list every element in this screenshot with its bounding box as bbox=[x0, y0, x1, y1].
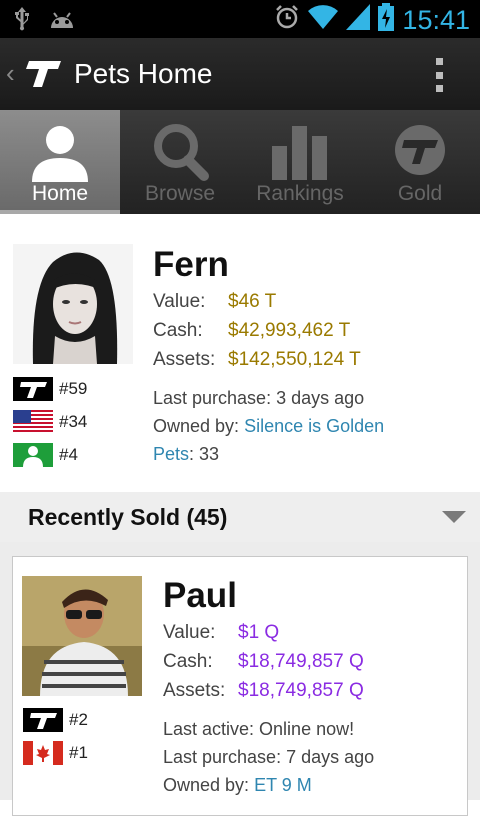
canada-flag-icon bbox=[23, 740, 63, 765]
t-logo-icon[interactable] bbox=[26, 58, 62, 95]
us-flag-icon bbox=[13, 409, 53, 434]
rank-value: #4 bbox=[59, 444, 78, 464]
owner-link[interactable]: ET 9 M bbox=[254, 775, 312, 795]
assets-amount: $18,749,857 Q bbox=[238, 680, 364, 701]
cash-amount: $18,749,857 Q bbox=[238, 651, 364, 672]
battery-charging-icon bbox=[378, 3, 395, 36]
back-chevron-icon[interactable]: ‹ bbox=[6, 60, 15, 86]
rank-country[interactable]: #1 bbox=[23, 736, 88, 769]
person-icon bbox=[32, 126, 88, 182]
cash-row: Cash: $42,993,462 T bbox=[153, 319, 350, 343]
tab-home-label: Home bbox=[31, 182, 89, 205]
rank-value: #1 bbox=[69, 742, 88, 762]
rank-gender[interactable]: #4 bbox=[13, 438, 87, 471]
value-amount: $1 Q bbox=[238, 622, 280, 643]
value-row: Value: $46 T bbox=[153, 290, 276, 314]
wifi-icon bbox=[308, 5, 339, 34]
bar-chart-icon bbox=[272, 126, 327, 180]
owned-by-row: Owned by: Silence is Golden bbox=[153, 414, 384, 438]
tab-rankings-label: Rankings bbox=[256, 182, 344, 205]
pet-ranks: #2 #1 bbox=[23, 703, 88, 769]
action-bar: ‹ Pets Home bbox=[0, 38, 480, 112]
value-row: Value: $1 Q bbox=[163, 621, 279, 645]
owned-by-row: Owned by: ET 9 M bbox=[163, 773, 312, 797]
last-active: Last active: Online now! bbox=[163, 719, 355, 739]
rank-value: #2 bbox=[69, 709, 88, 729]
avatar[interactable] bbox=[13, 244, 133, 364]
assets-row: Assets: $142,550,124 T bbox=[153, 348, 361, 372]
assets-label: Assets: bbox=[163, 680, 226, 701]
list-item[interactable]: #2 #1 Paul Value: $1 Q Cash: $18,749,857 Q… bbox=[12, 556, 468, 816]
profile-panel: #59 #34 #4 Fern Value: $46 T Cash: $42,993… bbox=[0, 214, 480, 492]
usb-icon bbox=[14, 7, 30, 36]
value-label: Value: bbox=[153, 291, 206, 312]
rank-country[interactable]: #34 bbox=[13, 405, 87, 438]
recently-sold-list: #2 #1 Paul Value: $1 Q Cash: $18,749,857 Q… bbox=[0, 542, 480, 816]
tab-gold[interactable]: Gold bbox=[360, 110, 480, 214]
pet-name: Paul bbox=[163, 576, 237, 615]
overflow-menu-icon[interactable] bbox=[436, 58, 444, 92]
tab-browse[interactable]: Browse bbox=[120, 110, 240, 214]
owner-link[interactable]: Silence is Golden bbox=[244, 416, 384, 436]
android-debug-icon bbox=[48, 8, 76, 35]
pets-row: Pets: 33 bbox=[153, 442, 219, 466]
avatar[interactable] bbox=[22, 576, 142, 696]
tab-browse-label: Browse bbox=[144, 182, 216, 205]
value-amount: $46 T bbox=[228, 291, 277, 312]
t-coin-icon bbox=[395, 125, 445, 175]
last-purchase: Last purchase: 7 days ago bbox=[163, 747, 375, 767]
cash-label: Cash: bbox=[163, 651, 213, 672]
page-title: Pets Home bbox=[74, 58, 213, 89]
assets-amount: $142,550,124 T bbox=[228, 349, 361, 370]
tab-bar: Home Browse Rankings Gold bbox=[0, 110, 480, 214]
section-title: Recently Sold (45) bbox=[28, 504, 228, 530]
rank-global[interactable]: #2 bbox=[23, 703, 88, 736]
rank-value: #34 bbox=[59, 411, 88, 431]
assets-label: Assets: bbox=[153, 349, 216, 370]
pets-link[interactable]: Pets bbox=[153, 444, 189, 464]
profile-ranks: #59 #34 #4 bbox=[13, 372, 87, 471]
cash-amount: $42,993,462 T bbox=[228, 320, 351, 341]
cash-label: Cash: bbox=[153, 320, 203, 341]
tab-rankings[interactable]: Rankings bbox=[240, 110, 360, 214]
assets-row: Assets: $18,749,857 Q bbox=[163, 679, 364, 703]
cash-row: Cash: $18,749,857 Q bbox=[163, 650, 364, 674]
t-logo-icon bbox=[23, 707, 63, 732]
value-label: Value: bbox=[163, 622, 216, 643]
status-bar: 15:41 bbox=[0, 0, 480, 38]
clock-time: 15:41 bbox=[402, 4, 470, 35]
tab-gold-label: Gold bbox=[397, 182, 443, 205]
chevron-down-icon[interactable] bbox=[442, 511, 466, 523]
pet-name: Fern bbox=[153, 245, 229, 284]
alarm-icon bbox=[274, 4, 300, 35]
rank-global[interactable]: #59 bbox=[13, 372, 87, 405]
rank-value: #59 bbox=[59, 378, 88, 398]
signal-icon bbox=[346, 4, 371, 35]
owned-by-label: Owned by: bbox=[153, 416, 240, 436]
recently-sold-header[interactable]: Recently Sold (45) bbox=[0, 492, 480, 543]
search-icon bbox=[154, 124, 209, 181]
owned-by-label: Owned by: bbox=[163, 775, 250, 795]
pets-count: : 33 bbox=[189, 444, 220, 464]
tab-home[interactable]: Home bbox=[0, 110, 120, 214]
person-badge-icon bbox=[13, 442, 53, 467]
t-logo-icon bbox=[13, 376, 53, 401]
last-purchase: Last purchase: 3 days ago bbox=[153, 388, 365, 408]
